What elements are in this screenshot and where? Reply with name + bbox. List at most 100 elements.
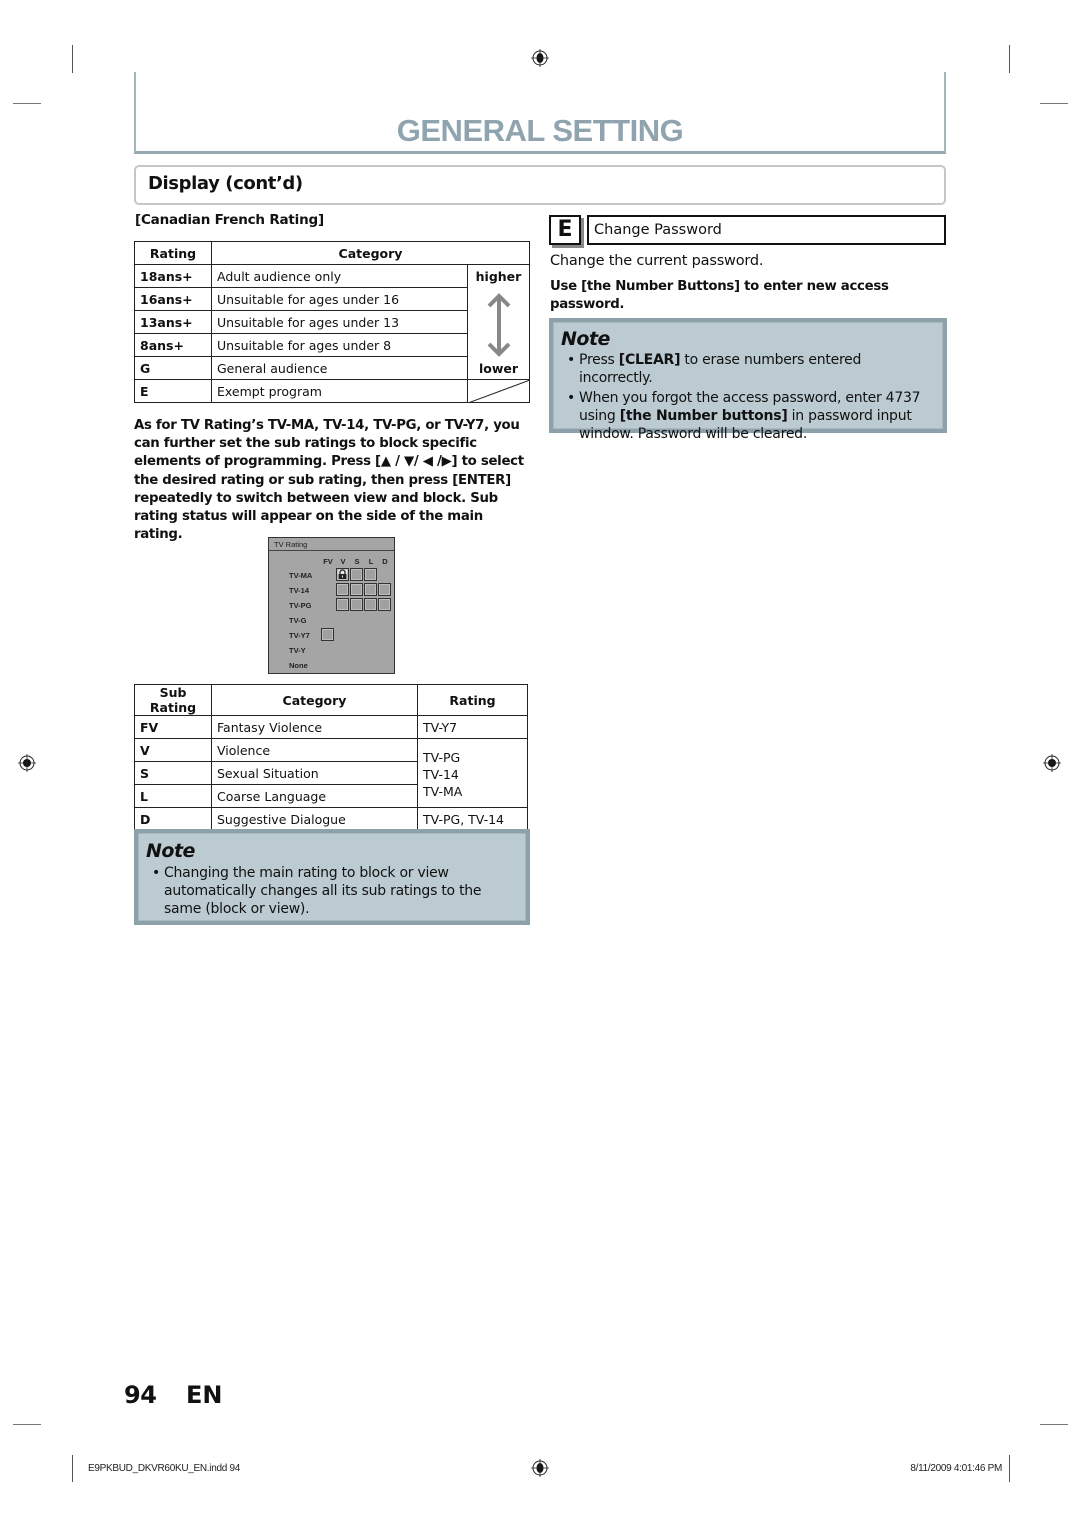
chapter-title: GENERAL SETTING bbox=[396, 113, 684, 148]
bullet: • bbox=[567, 390, 576, 406]
change-password-description: Change the current password. bbox=[550, 253, 764, 269]
sub-rating-cell[interactable] bbox=[378, 583, 391, 596]
rating-cell: 16ans+ bbox=[134, 287, 212, 311]
note-text: Changing the main rating to block or vie… bbox=[164, 865, 482, 917]
note-key: [the Number buttons] bbox=[619, 408, 788, 424]
rating-line: TV-PG bbox=[423, 749, 461, 765]
sub-rating-cell: L bbox=[134, 784, 212, 808]
table-header-row: Rating Category bbox=[134, 241, 530, 265]
tv-rating-column-v: V bbox=[340, 557, 346, 566]
tv-rating-column-s: S bbox=[354, 557, 360, 566]
category-cell: Violence bbox=[211, 738, 418, 762]
note-box: Note • Press [CLEAR] to erase numbers ent… bbox=[549, 318, 947, 442]
bullet: • bbox=[567, 352, 576, 368]
sub-rating-lock-cell[interactable] bbox=[336, 568, 349, 581]
diagonal-line bbox=[468, 380, 530, 403]
table-row: E Exempt program bbox=[134, 379, 530, 403]
sub-rating-table: Sub Rating Category Rating FV Fantasy Vi… bbox=[134, 684, 528, 831]
change-password-label: Change Password bbox=[587, 215, 946, 245]
registration-mark-icon bbox=[1043, 754, 1061, 772]
lock-icon bbox=[338, 569, 347, 579]
category-cell: Unsuitable for ages under 13 bbox=[211, 310, 468, 334]
sub-rating-instructions: As for TV Rating’s TV-MA, TV-14, TV-PG, … bbox=[134, 418, 524, 543]
rating-cell: TV-Y7 bbox=[417, 715, 528, 739]
table-header-row: Sub Rating Category Rating bbox=[134, 684, 528, 716]
tv-rating-row-label[interactable]: TV-G bbox=[289, 616, 307, 625]
column-header: Category bbox=[211, 684, 418, 716]
tv-rating-screen: TV Rating FV V S L D TV-MA TV-14 TV-PG TV-G TV-Y7… bbox=[268, 537, 395, 674]
crop-mark bbox=[1040, 1424, 1068, 1425]
note-text: Press bbox=[579, 352, 619, 368]
crop-mark bbox=[72, 1455, 73, 1482]
sub-rating-cell[interactable] bbox=[350, 583, 363, 596]
rating-cell: 18ans+ bbox=[134, 264, 212, 288]
column-header: Sub Rating bbox=[134, 684, 212, 716]
crop-mark bbox=[13, 103, 41, 104]
sub-rating-cell[interactable] bbox=[378, 598, 391, 611]
table-row: V Violence TV-PG TV-14 TV-MA bbox=[134, 738, 528, 808]
section-title: Display (cont’d) bbox=[148, 173, 303, 194]
footer-timestamp: 8/11/2009 4:01:46 PM bbox=[910, 1463, 1002, 1474]
table-row: 18ans+ Adult audience only higher lower bbox=[134, 264, 530, 380]
crop-mark bbox=[1009, 45, 1010, 73]
rating-cell: 13ans+ bbox=[134, 310, 212, 334]
tv-rating-column-d: D bbox=[382, 557, 388, 566]
sub-rating-cell[interactable] bbox=[350, 598, 363, 611]
page-language: EN bbox=[186, 1381, 223, 1409]
note-item: • Press [CLEAR] to erase numbers entered … bbox=[561, 351, 935, 387]
column-header: Rating bbox=[134, 241, 212, 265]
tv-rating-column-l: L bbox=[368, 557, 374, 566]
merged-rating-cell: TV-PG TV-14 TV-MA bbox=[417, 738, 528, 808]
up-down-arrow-icon bbox=[487, 293, 511, 357]
sub-rating-cell[interactable] bbox=[321, 628, 334, 641]
scale-high-label: higher bbox=[475, 269, 522, 284]
tv-rating-row-label[interactable]: TV-Y bbox=[289, 646, 306, 655]
page-number: 94 bbox=[124, 1381, 157, 1409]
registration-mark-icon bbox=[531, 49, 549, 67]
sub-rating-cell: D bbox=[134, 807, 212, 831]
rating-line: TV-14 bbox=[423, 766, 459, 782]
note-item: • When you forgot the access password, en… bbox=[561, 389, 935, 443]
change-password-instruction: Use [the Number Buttons] to enter new ac… bbox=[550, 279, 889, 313]
sub-rating-cell: FV bbox=[134, 715, 212, 739]
tv-rating-row-label[interactable]: None bbox=[289, 661, 308, 670]
sub-rating-cell: S bbox=[134, 761, 212, 785]
rating-cell: TV-PG, TV-14 bbox=[417, 807, 528, 831]
sub-rating-cell[interactable] bbox=[336, 583, 349, 596]
tv-rating-row-label[interactable]: TV-MA bbox=[289, 571, 312, 580]
category-cell: Fantasy Violence bbox=[211, 715, 418, 739]
category-cell: Unsuitable for ages under 16 bbox=[211, 287, 468, 311]
sub-rating-cell[interactable] bbox=[364, 583, 377, 596]
footer-filename: E9PKBUD_DKVR60KU_EN.indd 94 bbox=[88, 1463, 240, 1474]
category-cell: Sexual Situation bbox=[211, 761, 418, 785]
tv-rating-column-fv: FV bbox=[323, 557, 333, 566]
category-cell: Suggestive Dialogue bbox=[211, 807, 418, 831]
note-title: Note bbox=[561, 328, 610, 350]
note-key: [CLEAR] bbox=[618, 352, 681, 368]
canadian-french-rating-table: Rating Category 18ans+ Adult audience on… bbox=[134, 241, 530, 403]
tv-rating-screen-title: TV Rating bbox=[269, 538, 394, 551]
bullet: • bbox=[152, 865, 161, 881]
tv-rating-row-label[interactable]: TV-Y7 bbox=[289, 631, 310, 640]
sub-rating-cell[interactable] bbox=[364, 598, 377, 611]
category-cell: Unsuitable for ages under 8 bbox=[211, 333, 468, 357]
sub-rating-cell[interactable] bbox=[350, 568, 363, 581]
tv-rating-row-label[interactable]: TV-14 bbox=[289, 586, 309, 595]
table-row: FV Fantasy Violence TV-Y7 bbox=[134, 715, 528, 739]
sub-rating-cell: V bbox=[134, 738, 212, 762]
note-box: Note • Changing the main rating to block… bbox=[134, 829, 530, 925]
section-e-badge: E bbox=[549, 215, 581, 245]
tv-rating-row-label[interactable]: TV-PG bbox=[289, 601, 312, 610]
sub-rating-cell[interactable] bbox=[364, 568, 377, 581]
canadian-french-heading: [Canadian French Rating] bbox=[135, 212, 324, 228]
category-cell: Exempt program bbox=[211, 379, 468, 403]
sub-rating-cell[interactable] bbox=[336, 598, 349, 611]
note-item: • Changing the main rating to block or v… bbox=[146, 864, 518, 918]
column-header: Rating bbox=[417, 684, 528, 716]
empty-cell bbox=[467, 379, 530, 403]
registration-mark-icon bbox=[531, 1459, 549, 1477]
note-title: Note bbox=[146, 840, 195, 862]
rating-line: TV-MA bbox=[423, 783, 463, 799]
chapter-header: GENERAL SETTING bbox=[134, 72, 946, 154]
rating-cell: G bbox=[134, 356, 212, 380]
